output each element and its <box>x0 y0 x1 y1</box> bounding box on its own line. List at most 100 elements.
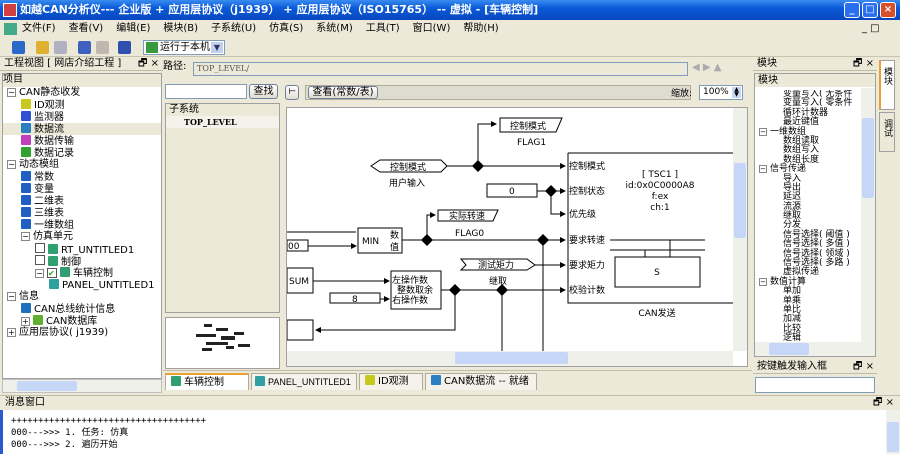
tree-item[interactable]: 变量 <box>3 183 161 195</box>
tree-item[interactable]: − CAN静态收发 <box>3 87 161 99</box>
module-item[interactable]: − 数值计算 <box>755 277 861 287</box>
pin-close-icon[interactable]: 🗗 × <box>873 396 894 410</box>
pin-close-icon[interactable]: 🗗 × <box>853 360 874 374</box>
key-input-field[interactable] <box>755 377 875 393</box>
module-item[interactable]: 继取 <box>755 211 861 221</box>
collapse-icon[interactable]: − <box>7 88 16 97</box>
message-v-scrollbar[interactable] <box>886 410 900 454</box>
module-item[interactable]: 单比 <box>755 305 861 315</box>
collapse-icon[interactable]: − <box>759 165 767 174</box>
pin-close-icon[interactable]: 🗗 × <box>853 57 874 71</box>
tree-item[interactable]: − 仿真单元 <box>3 231 161 243</box>
menu-subsystem[interactable]: 子系统(U) <box>211 23 256 34</box>
path-field[interactable]: TOP_LEVEL/ <box>193 62 688 76</box>
minimize-button[interactable]: _ <box>844 2 860 18</box>
tree-item[interactable]: − 信息 <box>3 291 161 303</box>
run-target-select[interactable]: 运行于本机 ▼ <box>143 40 225 55</box>
tree-item[interactable]: 监测器 <box>3 111 161 123</box>
module-h-scrollbar[interactable] <box>755 342 875 356</box>
checkbox[interactable] <box>35 255 45 265</box>
module-v-scrollbar[interactable] <box>861 88 875 342</box>
search-input[interactable] <box>165 84 247 99</box>
tree-item[interactable]: CAN总线统计信息 <box>3 303 161 315</box>
tree-item[interactable]: 数据记录 <box>3 147 161 159</box>
menu-module[interactable]: 模块(B) <box>163 23 198 34</box>
collapse-icon[interactable]: − <box>759 277 767 286</box>
tab-panel-untitled1[interactable]: PANEL_UNTITLED1 <box>251 373 357 390</box>
tree-item[interactable]: 数据传输 <box>3 135 161 147</box>
diagram-h-scrollbar[interactable] <box>287 351 733 366</box>
module-item[interactable]: 导出 <box>755 183 861 193</box>
calendar-icon[interactable] <box>118 41 131 54</box>
checkbox[interactable] <box>35 243 45 253</box>
collapse-icon[interactable]: − <box>35 269 44 278</box>
toggle-panel-button[interactable]: ⊢ <box>285 85 299 100</box>
export-icon[interactable] <box>54 41 67 54</box>
tree-item[interactable]: 三维表 <box>3 207 161 219</box>
tab-vehicle-control[interactable]: 车辆控制 <box>165 373 249 390</box>
module-item[interactable]: 逻辑 <box>755 333 861 342</box>
menu-edit[interactable]: 编辑(E) <box>116 23 150 34</box>
scroll-thumb[interactable] <box>17 381 77 391</box>
side-tab-debug[interactable]: 调试 <box>879 112 895 152</box>
module-item[interactable]: 流源 <box>755 202 861 212</box>
spinner-icon[interactable]: ▲ ▼ <box>732 87 741 98</box>
menu-system[interactable]: 系统(M) <box>316 23 352 34</box>
tab-can-dataflow[interactable]: CAN数据流 -- 就绪 <box>425 373 537 390</box>
module-item[interactable]: 导入 <box>755 174 861 184</box>
menu-simulation[interactable]: 仿真(S) <box>269 23 303 34</box>
subsystem-item[interactable]: TOP_LEVEL <box>166 116 279 128</box>
scroll-thumb[interactable] <box>455 352 568 364</box>
module-item[interactable]: 延迟 <box>755 193 861 202</box>
module-item[interactable]: 加减 <box>755 315 861 324</box>
tree-item[interactable]: 数据流 <box>3 123 161 135</box>
checkbox[interactable]: ✔ <box>47 268 57 278</box>
project-h-scrollbar[interactable] <box>2 379 162 393</box>
expand-icon[interactable]: + <box>7 328 16 337</box>
view-constants-button[interactable]: 查看(常数/表) <box>308 86 378 99</box>
module-item[interactable]: 单乘 <box>755 296 861 306</box>
chevron-down-icon[interactable]: ▼ <box>211 42 223 53</box>
tree-item[interactable]: 制御 <box>3 255 161 268</box>
menu-tools[interactable]: 工具(T) <box>366 23 400 34</box>
save-icon[interactable] <box>12 41 25 54</box>
module-item[interactable]: 单加 <box>755 287 861 296</box>
tree-item[interactable]: RT_UNTITLED1 <box>3 243 161 256</box>
tree-item[interactable]: 二维表 <box>3 195 161 207</box>
search-button[interactable]: 查找 <box>249 84 278 99</box>
zoom-field[interactable]: 100% ▲ ▼ <box>699 85 743 100</box>
tree-item[interactable]: + 应用层协议( j1939) <box>3 327 161 339</box>
menu-view[interactable]: 查看(V) <box>69 23 104 34</box>
side-tab-modules[interactable]: 模块 <box>879 60 895 110</box>
collapse-icon[interactable]: − <box>759 127 767 136</box>
run-icon[interactable] <box>78 41 91 54</box>
close-button[interactable]: × <box>880 2 896 18</box>
tab-id-observe[interactable]: ID观测 <box>359 373 423 390</box>
tree-item[interactable]: + CAN数据库 <box>3 315 161 327</box>
tree-item[interactable]: ID观测 <box>3 99 161 111</box>
path-nav-arrows[interactable]: ◀ ▶ ▲ <box>692 62 748 76</box>
diagram-thumbnail[interactable] <box>165 317 280 369</box>
scroll-thumb[interactable] <box>769 343 809 355</box>
output-block[interactable] <box>287 319 314 341</box>
maximize-button[interactable]: □ <box>862 2 878 18</box>
import-icon[interactable] <box>36 41 49 54</box>
module-item[interactable]: 比较 <box>755 324 861 334</box>
tree-item[interactable]: − 动态模组 <box>3 159 161 171</box>
scroll-thumb[interactable] <box>862 118 874 198</box>
menu-file[interactable]: 文件(F) <box>22 23 56 34</box>
diagram-v-scrollbar[interactable] <box>733 108 747 351</box>
collapse-icon[interactable]: − <box>7 292 16 301</box>
pin-close-icon[interactable]: 🗗 × <box>138 57 159 71</box>
expand-icon[interactable]: + <box>21 317 30 326</box>
tree-item[interactable]: 常数 <box>3 171 161 183</box>
stop-icon[interactable] <box>96 41 109 54</box>
menu-window[interactable]: 窗口(W) <box>413 23 451 34</box>
menu-help[interactable]: 帮助(H) <box>463 23 498 34</box>
tree-item[interactable]: PANEL_UNTITLED1 <box>3 279 161 291</box>
module-item[interactable]: − 信号传递 <box>755 164 861 174</box>
collapse-icon[interactable]: − <box>21 232 30 241</box>
scroll-thumb[interactable] <box>734 163 746 238</box>
scroll-thumb[interactable] <box>887 422 899 452</box>
collapse-icon[interactable]: − <box>7 160 16 169</box>
